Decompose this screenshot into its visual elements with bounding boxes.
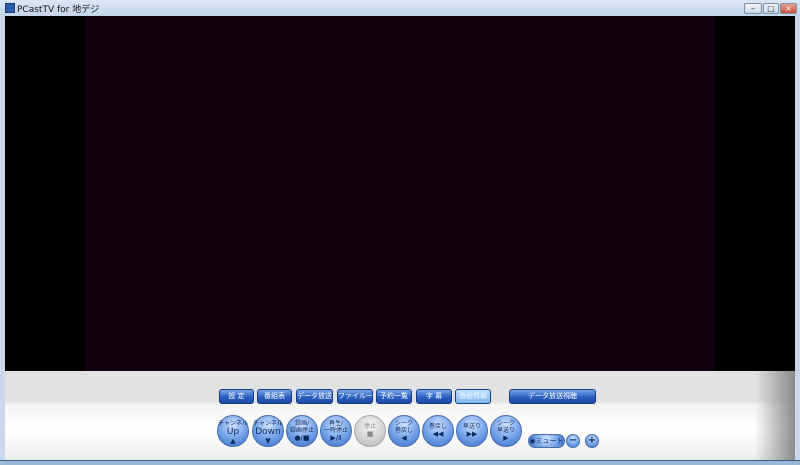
program-guide-button[interactable]: 番組表 — [257, 389, 292, 404]
volume-up-button[interactable]: + — [585, 434, 599, 448]
reservation-list-button[interactable]: 予約一覧 — [376, 389, 412, 404]
rewind-button[interactable]: 巻戻し ◀◀ — [422, 415, 454, 447]
down-arrow-icon: ▼ — [265, 437, 271, 445]
up-arrow-icon: ▲ — [230, 437, 236, 445]
seek-back-button[interactable]: シーク 巻戻し ◀ — [388, 415, 420, 447]
fast-forward-button[interactable]: 早送り ▶▶ — [456, 415, 488, 447]
seek-forward-button[interactable]: シーク 早送り ▶ — [490, 415, 522, 447]
stop-button[interactable]: 停止 ■ — [354, 415, 386, 447]
rewind-icon: ◀◀ — [432, 430, 444, 438]
maximize-button[interactable]: □ — [763, 3, 779, 14]
record-stop-icon: ●/■ — [294, 434, 310, 442]
fast-forward-icon: ▶▶ — [466, 430, 478, 438]
mute-button[interactable]: ◉ミュート — [528, 434, 565, 448]
title-bar: PCastTV for 地デジ – □ × — [0, 0, 800, 16]
close-button[interactable]: × — [780, 3, 797, 14]
subtitles-button[interactable]: 字 幕 — [416, 389, 452, 404]
tv-screen[interactable] — [84, 16, 715, 371]
play-pause-icon: ▶/Ⅱ — [330, 434, 342, 442]
play-pause-button[interactable]: 再生/一時停止 ▶/Ⅱ — [320, 415, 352, 447]
data-broadcast-view-button[interactable]: データ放送視聴 — [509, 389, 596, 404]
stop-icon: ■ — [366, 430, 374, 438]
seek-back-icon: ◀ — [401, 434, 407, 442]
record-button[interactable]: 録画/録画停止 ●/■ — [286, 415, 318, 447]
file-list-button[interactable]: ファイル一覧 — [337, 389, 373, 404]
minimize-button[interactable]: – — [744, 3, 762, 14]
video-area[interactable] — [5, 16, 795, 371]
window-title: PCastTV for 地デジ — [17, 5, 100, 15]
app-icon — [5, 3, 15, 13]
data-broadcast-button[interactable]: データ放送 — [296, 389, 333, 404]
channel-down-button[interactable]: チャンネル Down ▼ — [252, 415, 284, 447]
settings-button[interactable]: 設 定 — [219, 389, 254, 404]
program-info-button[interactable]: 番組情報 — [455, 389, 491, 404]
seek-forward-icon: ▶ — [503, 434, 509, 442]
channel-up-button[interactable]: チャンネル Up ▲ — [217, 415, 249, 447]
window-bottom-border — [0, 460, 800, 465]
volume-down-button[interactable]: − — [566, 434, 580, 448]
